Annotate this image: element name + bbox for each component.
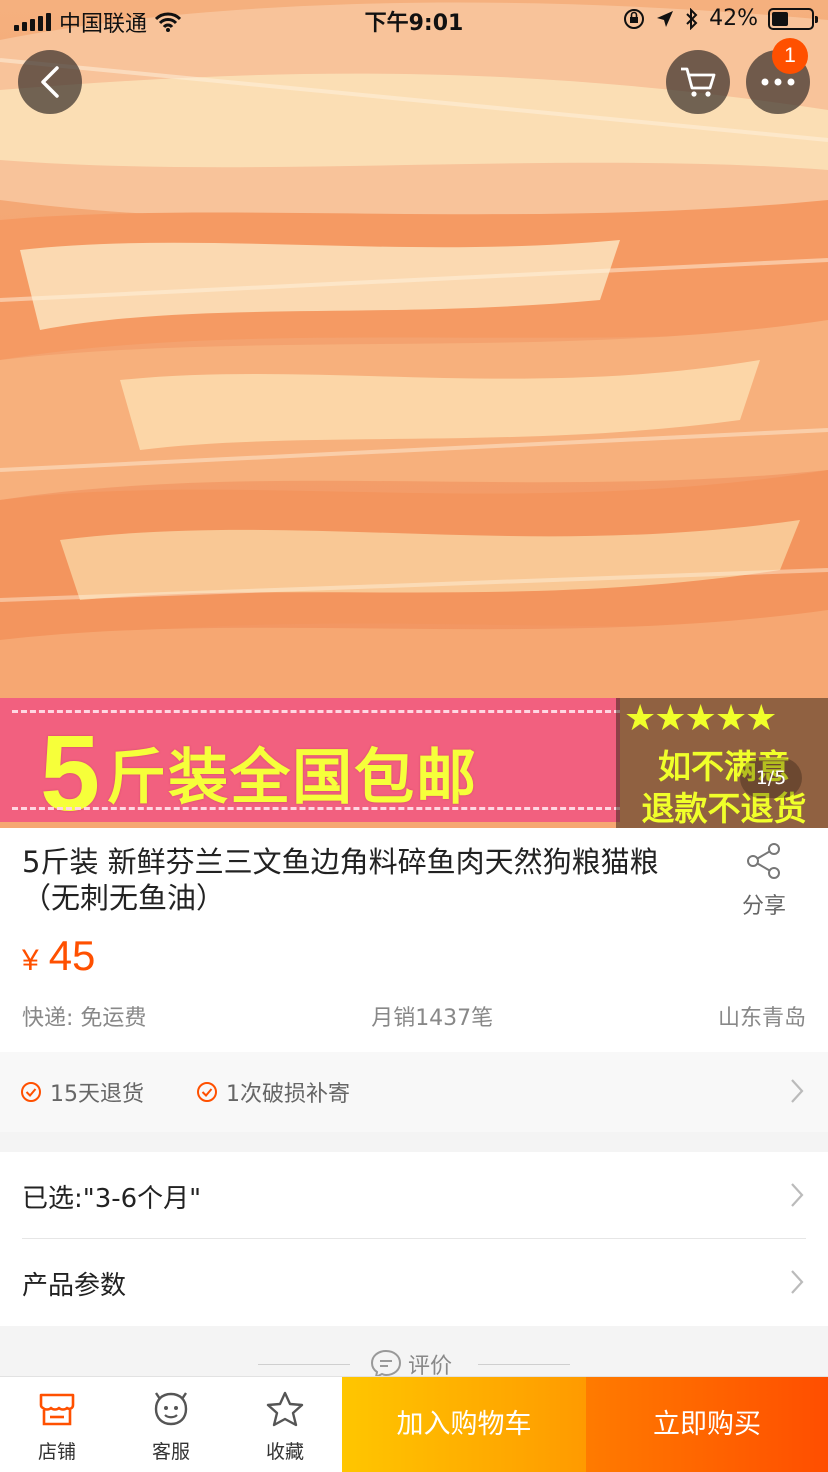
status-bar: 中国联通 下午9:01 42% xyxy=(0,0,828,40)
battery-percent: 42% xyxy=(709,6,758,31)
price: ¥45 xyxy=(22,932,95,980)
star-icon xyxy=(266,1391,304,1427)
guarantee-item: 15天退货 xyxy=(20,1076,144,1108)
guarantee-label: 1次破损补寄 xyxy=(226,1082,350,1107)
location-icon xyxy=(657,10,674,27)
monthly-sales: 月销1437笔 xyxy=(371,1006,494,1031)
battery-icon xyxy=(768,7,818,30)
product-params-label: 产品参数 xyxy=(22,1271,127,1301)
cart-button[interactable] xyxy=(666,50,730,114)
add-to-cart-button[interactable]: 加入购物车 xyxy=(342,1377,586,1472)
options-section: 已选:"3-6个月" 产品参数 xyxy=(0,1152,828,1326)
bluetooth-icon xyxy=(686,7,698,30)
comment-icon xyxy=(370,1349,402,1379)
product-image-gallery[interactable]: 中国联通 下午9:01 42% 1 5斤装全国包邮 ★★★★★ 如不满意 退款不… xyxy=(0,0,828,828)
product-info: 5斤装 新鲜芬兰三文鱼边角料碎鱼肉天然狗粮猫粮（无刺无鱼油） 分享 ¥45 快递… xyxy=(0,828,828,1052)
cart-icon xyxy=(681,67,716,97)
stars-icon: ★★★★★ xyxy=(624,698,777,739)
favorite-label: 收藏 xyxy=(265,1441,304,1463)
ship-location: 山东青岛 xyxy=(717,1006,806,1031)
image-pager: 1/5 xyxy=(740,758,802,798)
product-meta: 快递: 免运费 月销1437笔 山东青岛 xyxy=(22,1000,806,1032)
product-params-row[interactable]: 产品参数 xyxy=(0,1239,828,1325)
chevron-right-icon xyxy=(791,1270,804,1294)
selected-spec-label: 已选:"3-6个月" xyxy=(22,1184,202,1214)
customer-service-label: 客服 xyxy=(151,1441,190,1463)
customer-service-icon xyxy=(154,1392,188,1426)
promo-banner: 5斤装全国包邮 xyxy=(0,698,620,828)
shipping-info: 快递: 免运费 xyxy=(22,1006,147,1031)
notification-badge: 1 xyxy=(772,38,808,74)
buy-now-button[interactable]: 立即购买 xyxy=(586,1377,828,1472)
more-dots-icon xyxy=(761,78,795,86)
chevron-right-icon xyxy=(791,1079,804,1103)
product-title: 5斤装 新鲜芬兰三文鱼边角料碎鱼肉天然狗粮猫粮（无刺无鱼油） xyxy=(22,845,659,915)
divider xyxy=(478,1364,570,1365)
promo-number: 5 xyxy=(40,712,103,828)
check-circle-icon xyxy=(21,1082,41,1102)
chevron-left-icon xyxy=(41,66,59,98)
bottom-action-bar: 店铺 客服 收藏 加入购物车 立即购买 xyxy=(0,1376,828,1472)
favorite-tab[interactable]: 收藏 xyxy=(228,1377,342,1472)
divider xyxy=(258,1364,350,1365)
share-label: 分享 xyxy=(741,894,786,919)
share-button[interactable]: 分享 xyxy=(728,842,800,920)
chevron-right-icon xyxy=(791,1183,804,1207)
shop-tab[interactable]: 店铺 xyxy=(0,1377,114,1472)
share-icon xyxy=(747,843,780,879)
selected-spec-row[interactable]: 已选:"3-6个月" xyxy=(0,1152,828,1238)
check-circle-icon xyxy=(197,1082,217,1102)
customer-service-tab[interactable]: 客服 xyxy=(114,1377,228,1472)
back-button[interactable] xyxy=(18,50,82,114)
shop-icon xyxy=(39,1393,75,1426)
reviews-header: 评价 xyxy=(0,1326,828,1379)
guarantee-item: 1次破损补寄 xyxy=(196,1076,350,1108)
shop-label: 店铺 xyxy=(37,1441,76,1463)
price-value: 45 xyxy=(48,932,96,979)
guarantee-label: 15天退货 xyxy=(50,1082,144,1107)
currency-symbol: ¥ xyxy=(22,944,39,977)
service-guarantees[interactable]: 15天退货 1次破损补寄 xyxy=(0,1052,828,1132)
promo-text: 斤装全国包邮 xyxy=(106,744,479,811)
rotation-lock-icon xyxy=(624,8,645,29)
